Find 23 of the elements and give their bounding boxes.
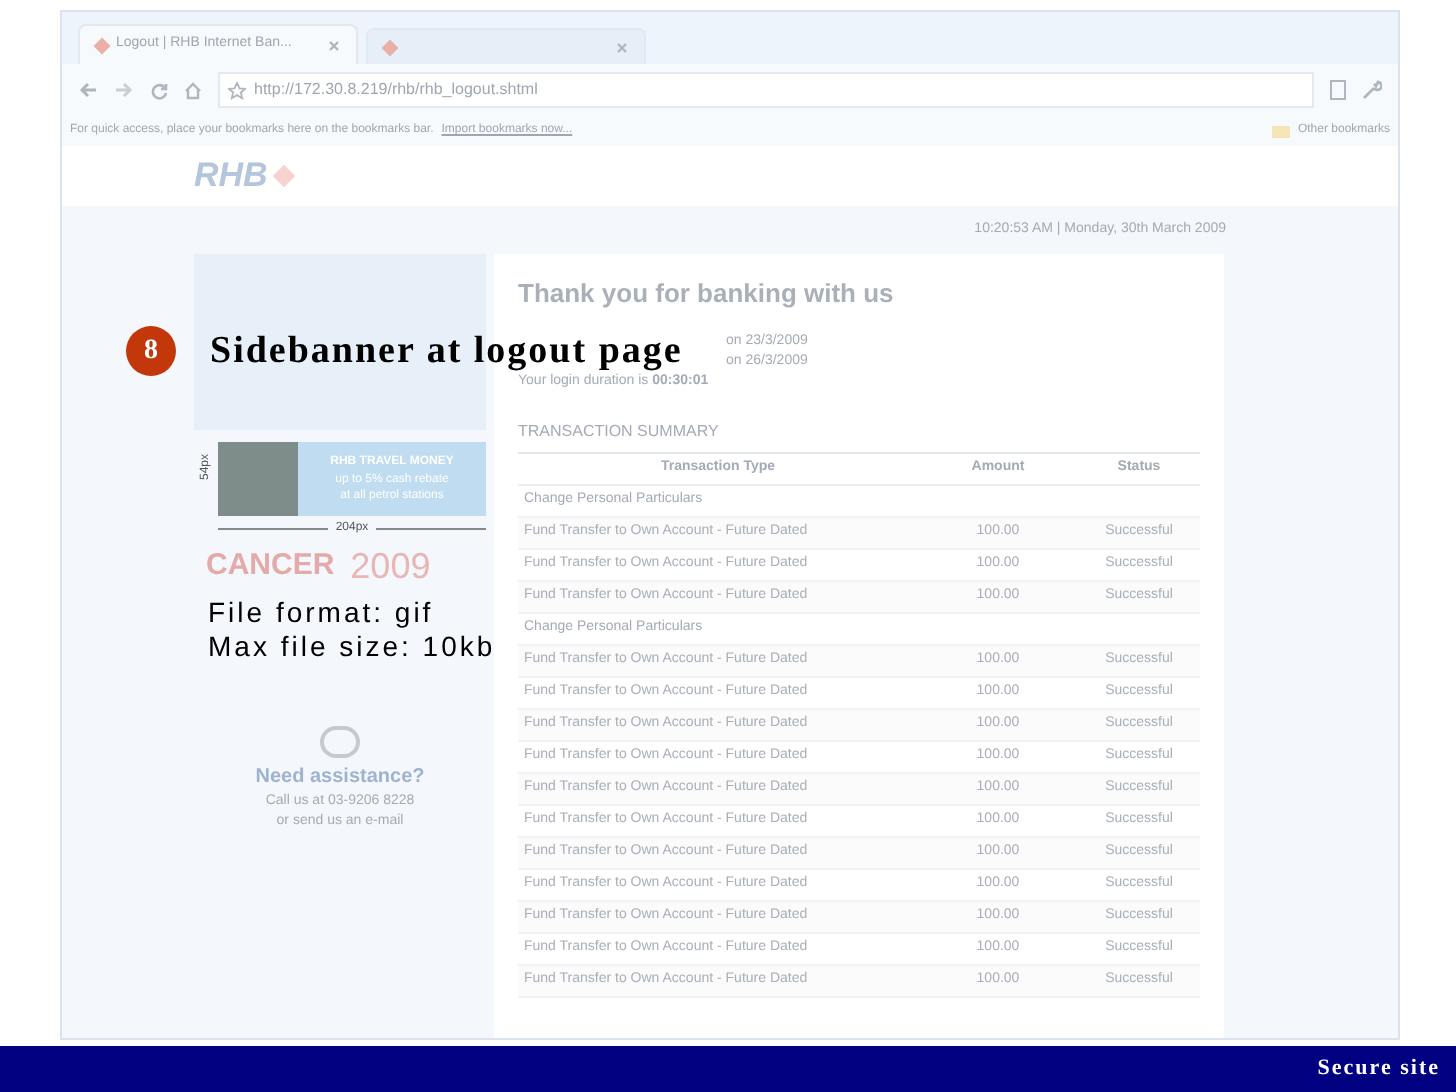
close-icon[interactable]: [328, 39, 340, 51]
star-icon[interactable]: [228, 81, 246, 99]
page-heading: Thank you for banking with us: [518, 276, 894, 312]
address-field[interactable]: http://172.30.8.219/rhb/rhb_logout.shtml: [218, 72, 1314, 108]
logo-year: 2009: [350, 546, 431, 586]
bank-logo: RHB: [194, 154, 268, 199]
footer-text: Secure site: [1317, 1054, 1440, 1085]
cancer-logo-text: CANCER: [206, 548, 335, 584]
wrench-icon[interactable]: [1362, 80, 1382, 100]
page-icon[interactable]: [1330, 80, 1346, 100]
folder-icon[interactable]: [1271, 125, 1290, 137]
summary-title: TRANSACTION SUMMARY: [518, 419, 719, 443]
back-icon[interactable]: [78, 82, 98, 98]
close-icon[interactable]: [616, 41, 628, 53]
assistance-title: Need assistance?: [255, 764, 425, 792]
reload-icon[interactable]: [150, 81, 168, 99]
browser-tab[interactable]: [366, 28, 646, 64]
slide-note: Max file size: 10kb: [208, 630, 496, 664]
photo-placeholder: [218, 442, 298, 516]
forward-icon[interactable]: [114, 82, 134, 98]
slide-title: Sidebanner at logout page: [210, 330, 683, 372]
home-icon[interactable]: [184, 81, 202, 99]
slide-note: File format: gif: [208, 596, 436, 630]
